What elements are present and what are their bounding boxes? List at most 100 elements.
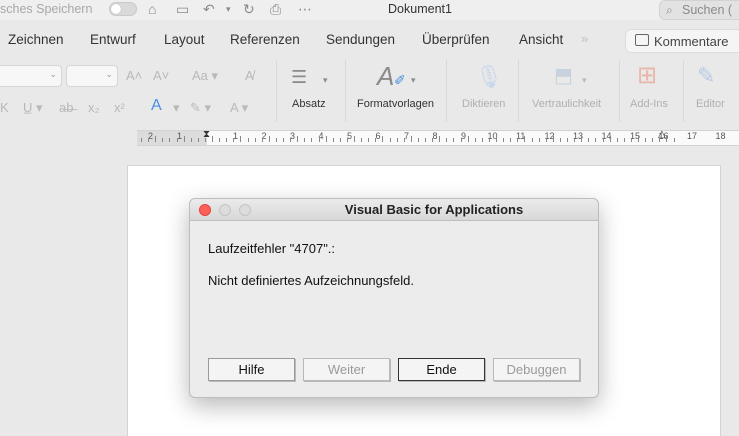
paragraph-dropdown-icon[interactable]: ▾ <box>323 72 328 88</box>
ruler-tick <box>368 138 370 142</box>
comments-button[interactable]: Kommentare <box>625 29 739 53</box>
ruler-tick <box>638 136 639 142</box>
ruler-tick <box>602 138 604 142</box>
styles-dropdown-icon[interactable]: ▾ <box>411 72 416 88</box>
document-title: Dokument1 <box>388 2 452 16</box>
tab-referenzen[interactable]: Referenzen <box>230 32 300 47</box>
ruler-tick <box>283 138 284 142</box>
chevron-down-icon: ⌄ <box>49 69 57 79</box>
ruler-tick <box>439 136 441 142</box>
ruler-tick <box>673 138 675 142</box>
tab-sendungen[interactable]: Sendungen <box>326 32 395 47</box>
subscript-icon[interactable]: x₂ <box>88 100 100 116</box>
ruler-tick <box>488 138 490 142</box>
ribbon-separator <box>446 60 447 122</box>
ruler-tick <box>226 138 228 142</box>
tab-layout[interactable]: Layout <box>164 32 205 47</box>
ruler-tick <box>659 138 661 142</box>
tab-entwurf[interactable]: Entwurf <box>90 32 136 47</box>
ruler-tick <box>247 138 249 142</box>
error-code-text: Laufzeitfehler "4707".: <box>208 241 336 256</box>
ruler-tick <box>446 138 448 142</box>
end-button[interactable]: Ende <box>398 358 485 381</box>
shrink-font-icon[interactable]: A˅ <box>153 68 169 84</box>
ruler-tick <box>503 138 505 142</box>
ruler-tick <box>311 138 313 142</box>
font-size-dropdown[interactable]: ⌄ <box>66 65 118 87</box>
change-case-icon[interactable]: Aa ▾ <box>192 68 218 84</box>
tab-ansicht[interactable]: Ansicht <box>519 32 563 47</box>
addins-icon[interactable]: ⊞ <box>637 63 657 89</box>
ribbon-separator <box>345 60 346 122</box>
ruler-tick <box>410 136 412 142</box>
comment-icon <box>635 34 649 46</box>
ruler-tick <box>630 138 632 142</box>
font-color-icon[interactable]: A ▾ <box>230 100 248 116</box>
ruler-tick <box>538 138 540 142</box>
italic-icon[interactable]: K <box>0 100 9 116</box>
paragraph-icon[interactable]: ☰ <box>291 66 307 88</box>
ribbon-toolbar: ⌄ ⌄ A˄ A˅ Aa ▾ A̸ K U̲ ▾ a̶b̶ x₂ x² A ▾ … <box>0 56 739 128</box>
ruler-tick <box>304 138 306 142</box>
ruler-tick <box>645 138 647 142</box>
dialog-titlebar: Visual Basic for Applications <box>190 199 598 221</box>
underline-icon[interactable]: U̲ ▾ <box>23 100 43 116</box>
ruler-tick <box>403 138 405 142</box>
ruler-tick <box>240 136 242 142</box>
ruler-tick <box>567 138 568 142</box>
styles-group-label[interactable]: Formatvorlagen <box>357 98 434 110</box>
ruler-tick <box>183 136 185 142</box>
vba-error-dialog: Visual Basic for Applications Laufzeitfe… <box>189 198 599 398</box>
ruler-tick <box>261 138 263 142</box>
ruler-number: 1 <box>177 131 183 141</box>
dialog-title: Visual Basic for Applications <box>344 202 524 217</box>
ruler-number: 18 <box>715 131 726 141</box>
debug-button: Debuggen <box>493 358 580 381</box>
sensitivity-dropdown-icon[interactable]: ▾ <box>582 72 587 88</box>
paragraph-group-label[interactable]: Absatz <box>292 98 326 110</box>
horizontal-ruler[interactable]: 2 1 ⧗ △ 1 2 3 4 5 6 7 8 9 10 11 12 13 14 15 16 17 18 <box>137 129 739 146</box>
styles-icon[interactable]: A <box>377 62 394 90</box>
ruler-tick <box>325 136 327 142</box>
sensitivity-icon[interactable]: ⬒ <box>554 64 573 88</box>
help-button[interactable]: Hilfe <box>208 358 295 381</box>
tab-ueberpruefen[interactable]: Überprüfen <box>422 32 490 47</box>
editor-icon[interactable]: ✎ <box>697 63 715 89</box>
dictate-group-label[interactable]: Diktieren <box>462 98 505 110</box>
ruler-tick <box>524 136 526 142</box>
text-effects-icon[interactable]: A <box>151 98 162 114</box>
highlight-color-icon[interactable]: ✎ ▾ <box>190 100 211 116</box>
ribbon-separator <box>619 60 620 122</box>
addins-group-label[interactable]: Add-Ins <box>630 98 668 110</box>
clear-formatting-icon[interactable]: A̸ <box>245 68 254 84</box>
text-effects-dropdown-icon[interactable]: ▾ <box>173 100 180 116</box>
ruler-tick <box>623 138 625 142</box>
ruler-tick <box>268 136 270 142</box>
more-tabs-chevron-icon[interactable]: » <box>581 31 588 46</box>
error-message-text: Nicht definiertes Aufzeichnungsfeld. <box>208 273 414 288</box>
superscript-icon[interactable]: x² <box>114 100 125 116</box>
ruler-tick <box>616 138 618 142</box>
ruler-tick <box>219 138 221 142</box>
ruler-tick <box>382 136 384 142</box>
strikethrough-icon[interactable]: a̶b̶ <box>59 100 73 116</box>
tab-zeichnen[interactable]: Zeichnen <box>8 32 64 47</box>
ruler-tick <box>453 138 455 142</box>
font-name-dropdown[interactable]: ⌄ <box>0 65 62 87</box>
ruler-tick <box>332 138 334 142</box>
editor-group-label[interactable]: Editor <box>696 98 725 110</box>
ruler-tick <box>467 136 469 142</box>
ribbon-separator <box>518 60 519 122</box>
microphone-icon[interactable]: 🎙︎ <box>475 64 503 90</box>
comments-label: Kommentare <box>654 34 729 49</box>
grow-font-icon[interactable]: A˄ <box>126 68 142 84</box>
ruler-tick <box>190 138 192 142</box>
ruler-tick <box>474 138 476 142</box>
ruler-tick <box>339 138 341 142</box>
search-field[interactable]: ⌕ Suchen ( <box>659 0 739 20</box>
ruler-tick <box>588 138 590 142</box>
ruler-tick <box>432 138 434 142</box>
sensitivity-group-label[interactable]: Vertraulichkeit <box>532 98 601 110</box>
ruler-tick <box>574 138 576 142</box>
ruler-tick <box>354 136 355 142</box>
